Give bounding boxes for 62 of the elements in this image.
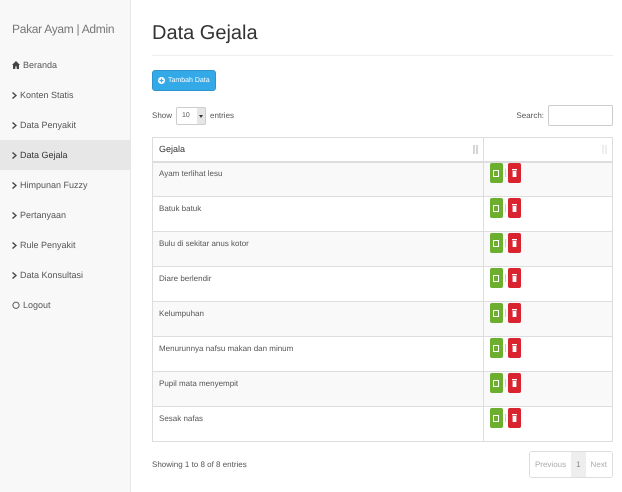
table-info: Showing 1 to 8 of 8 entries <box>152 460 247 469</box>
trash-icon <box>512 169 518 178</box>
edit-icon <box>493 204 500 212</box>
edit-icon <box>493 414 500 422</box>
delete-button[interactable] <box>508 373 522 393</box>
sidebar-item[interactable]: Himpunan Fuzzy <box>0 170 130 200</box>
table-cell: Sesak nafas <box>152 406 484 442</box>
edit-button[interactable] <box>490 373 504 393</box>
chevron-icon <box>12 122 17 128</box>
plus-circle-icon <box>158 77 165 84</box>
delete-button[interactable] <box>508 303 522 323</box>
edit-icon <box>493 170 500 177</box>
edit-button[interactable] <box>490 408 504 428</box>
home-icon <box>12 61 20 69</box>
sidebar-item[interactable]: Logout <box>0 290 130 320</box>
chevron-icon <box>12 92 17 98</box>
trash-icon <box>512 239 518 247</box>
trash-icon <box>512 309 518 317</box>
edit-button[interactable] <box>490 338 504 358</box>
sidebar-item[interactable]: Data Gejala <box>0 140 130 170</box>
edit-icon <box>493 240 500 246</box>
delete-button[interactable] <box>508 338 522 358</box>
trash-icon <box>512 379 518 387</box>
edit-button[interactable] <box>490 303 504 323</box>
chevron-icon <box>12 182 17 188</box>
delete-button[interactable] <box>508 408 522 428</box>
edit-icon <box>493 380 500 386</box>
caret-icon <box>197 108 206 124</box>
delete-button[interactable] <box>508 233 522 253</box>
sidebar-item[interactable]: Beranda <box>0 50 130 80</box>
entries-label: entries <box>210 111 234 120</box>
edit-icon <box>493 310 500 316</box>
power-icon <box>12 301 20 309</box>
edit-button[interactable] <box>490 198 504 218</box>
delete-button[interactable] <box>508 268 522 288</box>
sort-icon <box>602 145 607 154</box>
delete-button[interactable] <box>508 198 522 218</box>
sort-icon <box>473 145 478 154</box>
sidebar-item[interactable]: Rule Penyakit <box>0 230 130 260</box>
sidebar-item[interactable]: Data Konsultasi <box>0 260 130 290</box>
show-label: Show <box>152 111 172 120</box>
edit-icon <box>493 274 500 282</box>
delete-button[interactable] <box>508 163 522 184</box>
edit-button[interactable] <box>490 233 504 253</box>
sidebar-item[interactable]: Konten Statis <box>0 80 130 110</box>
brand-title: Pakar Ayam | Admin <box>11 22 116 38</box>
trash-icon <box>512 274 518 282</box>
trash-icon <box>512 414 518 422</box>
chevron-icon <box>12 242 17 248</box>
sidebar-item[interactable]: Pertanyaan <box>0 200 130 230</box>
edit-button[interactable] <box>490 268 504 288</box>
sidebar-item[interactable]: Data Penyakit <box>0 110 130 140</box>
chevron-icon <box>12 272 17 278</box>
edit-icon <box>493 344 500 352</box>
page-title: Data Gejala <box>152 22 613 56</box>
trash-icon <box>512 344 518 352</box>
chevron-icon <box>12 152 17 158</box>
edit-button[interactable] <box>490 163 504 184</box>
trash-icon <box>512 204 518 212</box>
chevron-icon <box>12 212 17 218</box>
search-label: Search: <box>516 111 544 120</box>
search-field[interactable] <box>548 105 613 126</box>
